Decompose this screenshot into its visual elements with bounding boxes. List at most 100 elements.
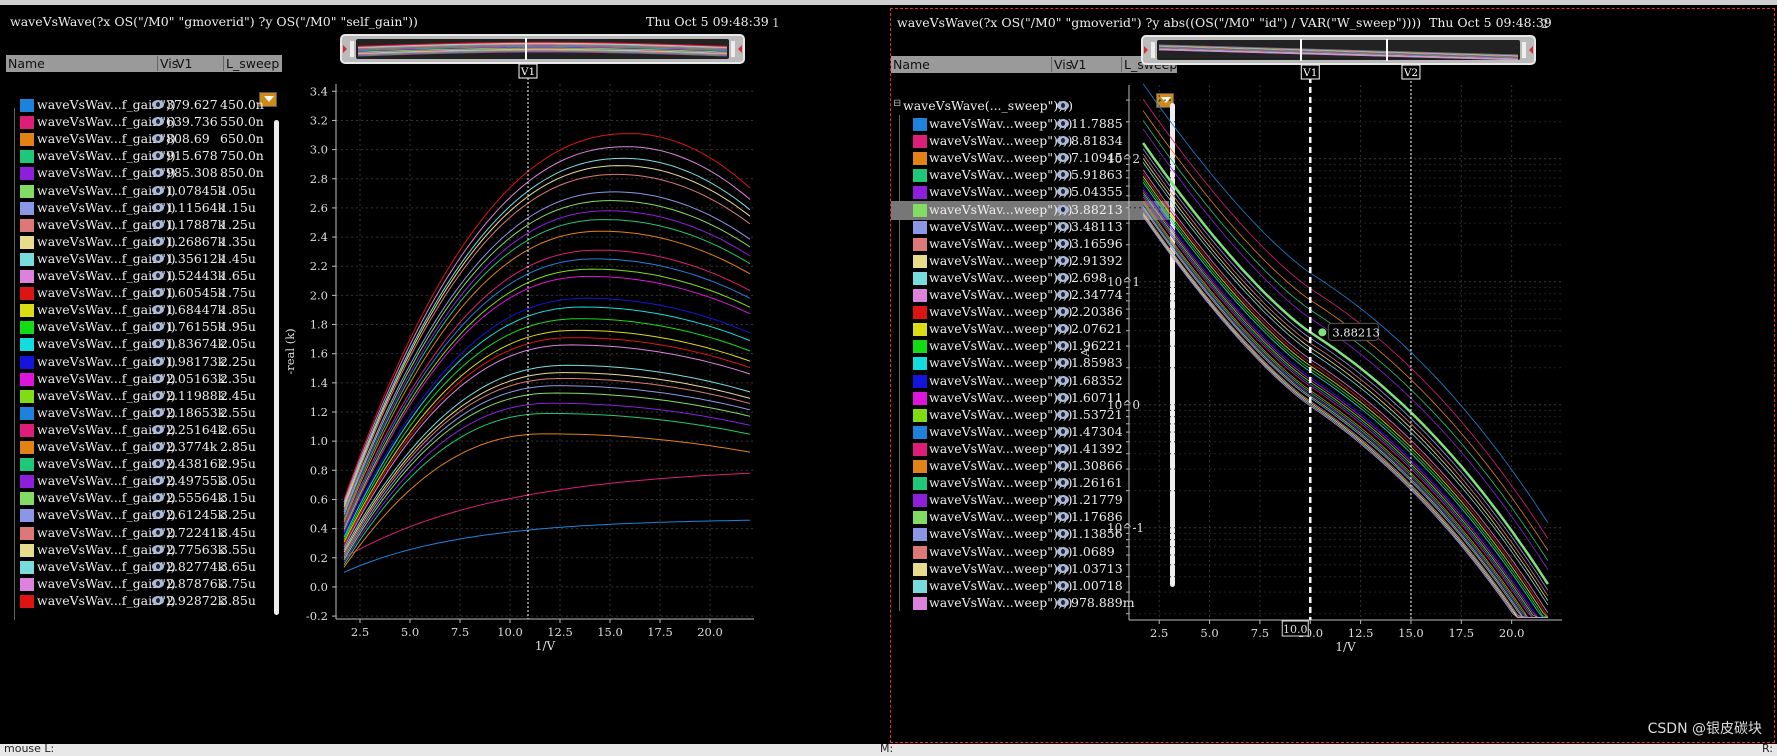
visibility-eye-icon[interactable]: [1057, 580, 1069, 590]
visibility-eye-icon[interactable]: [152, 356, 164, 366]
visibility-eye-icon[interactable]: [152, 253, 164, 263]
visibility-eye-icon[interactable]: [152, 236, 164, 246]
trace-color-swatch[interactable]: [913, 357, 927, 371]
visibility-eye-icon[interactable]: [152, 595, 164, 605]
trace-color-swatch[interactable]: [20, 441, 34, 454]
trace-color-swatch[interactable]: [20, 560, 34, 574]
visibility-eye-icon[interactable]: [152, 202, 164, 212]
trace-color-swatch[interactable]: [20, 389, 34, 403]
visibility-eye-icon[interactable]: [1057, 409, 1069, 419]
trace-color-swatch[interactable]: [913, 237, 927, 251]
trace-color-swatch[interactable]: [913, 220, 927, 234]
trace-color-swatch[interactable]: [20, 99, 34, 112]
trace-color-swatch[interactable]: [913, 562, 927, 576]
trace-color-swatch[interactable]: [913, 289, 927, 302]
trace-color-swatch[interactable]: [20, 201, 34, 215]
pane1-legend-scrollbar[interactable]: [274, 120, 279, 615]
trace-color-swatch[interactable]: [20, 338, 34, 352]
pane1-overview-slider[interactable]: [340, 34, 745, 64]
trace-color-swatch[interactable]: [913, 477, 927, 491]
trace-color-swatch[interactable]: [20, 526, 34, 540]
collapse-icon[interactable]: ⊟: [893, 98, 901, 109]
visibility-eye-icon[interactable]: [152, 219, 164, 229]
trace-color-swatch[interactable]: [913, 425, 927, 439]
visibility-eye-icon[interactable]: [152, 424, 164, 434]
col-name[interactable]: Name: [893, 57, 930, 72]
pane1-plot[interactable]: -0.2 0.0 0.2 0.4 0.6 0.8 1.0 1.2 1.4 1.6 1.8 2.0 2.2…: [282, 64, 762, 664]
visibility-eye-icon[interactable]: [152, 185, 164, 195]
trace-color-swatch[interactable]: [913, 374, 927, 388]
trace-color-swatch[interactable]: [913, 511, 927, 525]
trace-color-swatch[interactable]: [20, 577, 34, 591]
trace-color-swatch[interactable]: [913, 579, 927, 593]
trace-color-swatch[interactable]: [913, 408, 927, 422]
trace-color-swatch[interactable]: [20, 475, 34, 489]
trace-color-swatch[interactable]: [20, 406, 34, 420]
trace-color-swatch[interactable]: [913, 169, 927, 183]
legend-row[interactable]: waveVsWav...f_gain")) 2.92872k 3.85u: [0, 592, 268, 611]
graph-pane-2[interactable]: waveVsWave(?x OS("/M0" "gmoverid") ?y ab…: [890, 8, 1775, 743]
trace-color-swatch[interactable]: [20, 270, 34, 283]
visibility-eye-icon[interactable]: [1057, 375, 1069, 385]
visibility-eye-icon[interactable]: [152, 407, 164, 417]
trace-color-swatch[interactable]: [20, 133, 34, 147]
trace-color-swatch[interactable]: [20, 458, 34, 472]
visibility-eye-icon[interactable]: [1057, 461, 1069, 470]
visibility-eye-icon[interactable]: [152, 578, 164, 588]
visibility-eye-icon[interactable]: [1057, 546, 1069, 556]
trace-color-swatch[interactable]: [913, 528, 927, 542]
pane2-overview-slider[interactable]: [1141, 35, 1536, 65]
col-v1[interactable]: V1: [176, 56, 193, 71]
trace-color-swatch[interactable]: [913, 545, 927, 559]
trace-color-swatch[interactable]: [913, 186, 927, 200]
trace-color-swatch[interactable]: [20, 543, 34, 557]
trace-color-swatch[interactable]: [913, 306, 927, 320]
visibility-eye-icon[interactable]: [152, 544, 164, 554]
visibility-eye-icon[interactable]: [152, 561, 164, 571]
visibility-eye-icon[interactable]: [152, 527, 164, 537]
trace-color-swatch[interactable]: [913, 323, 927, 337]
trace-color-swatch[interactable]: [913, 271, 927, 285]
trace-color-swatch[interactable]: [913, 391, 927, 405]
trace-color-swatch[interactable]: [20, 492, 34, 506]
visibility-eye-icon[interactable]: [152, 390, 164, 400]
trace-color-swatch[interactable]: [20, 287, 34, 301]
col-sweep[interactable]: L_sweep: [223, 56, 279, 71]
visibility-eye-icon[interactable]: [1057, 119, 1069, 128]
trace-color-swatch[interactable]: [20, 304, 34, 318]
visibility-eye-icon[interactable]: [1057, 204, 1069, 214]
visibility-eye-icon[interactable]: [1057, 272, 1069, 282]
trace-color-swatch[interactable]: [913, 152, 927, 166]
trace-color-swatch[interactable]: [913, 118, 927, 131]
trace-color-swatch[interactable]: [20, 594, 34, 608]
trace-color-swatch[interactable]: [20, 509, 34, 523]
trace-color-swatch[interactable]: [913, 442, 927, 456]
visibility-eye-icon[interactable]: [1057, 255, 1069, 265]
col-name[interactable]: Name: [8, 56, 45, 71]
trace-color-swatch[interactable]: [20, 235, 34, 249]
visibility-eye-icon[interactable]: [1057, 238, 1069, 248]
visibility-eye-icon[interactable]: [152, 373, 164, 383]
pane2-plot[interactable]: 10^-1 10^0 10^1 10^2 2.5 5.0 7.5 10.0 12.5 15.0 17…: [1077, 65, 1572, 665]
trace-color-swatch[interactable]: [20, 423, 34, 437]
trace-color-swatch[interactable]: [913, 135, 927, 149]
visibility-eye-icon[interactable]: [1057, 426, 1069, 436]
trace-color-swatch[interactable]: [913, 460, 927, 473]
trace-color-swatch[interactable]: [20, 218, 34, 232]
trace-color-swatch[interactable]: [20, 321, 34, 335]
trace-color-swatch[interactable]: [20, 184, 34, 198]
visibility-eye-icon[interactable]: [152, 271, 164, 280]
visibility-eye-icon[interactable]: [152, 100, 164, 109]
trace-color-swatch[interactable]: [913, 596, 927, 610]
trace-color-swatch[interactable]: [913, 203, 927, 217]
visibility-eye-icon[interactable]: [1057, 597, 1069, 607]
trace-color-swatch[interactable]: [913, 254, 927, 268]
trace-color-swatch[interactable]: [913, 340, 927, 354]
visibility-eye-icon[interactable]: [1057, 443, 1069, 453]
visibility-eye-icon[interactable]: [1057, 290, 1069, 299]
graph-pane-1[interactable]: waveVsWave(?x OS("/M0" "gmoverid") ?y OS…: [0, 8, 886, 743]
visibility-eye-icon[interactable]: [152, 442, 164, 451]
visibility-eye-icon[interactable]: [1057, 221, 1069, 231]
trace-color-swatch[interactable]: [20, 372, 34, 386]
trace-color-swatch[interactable]: [20, 116, 34, 130]
